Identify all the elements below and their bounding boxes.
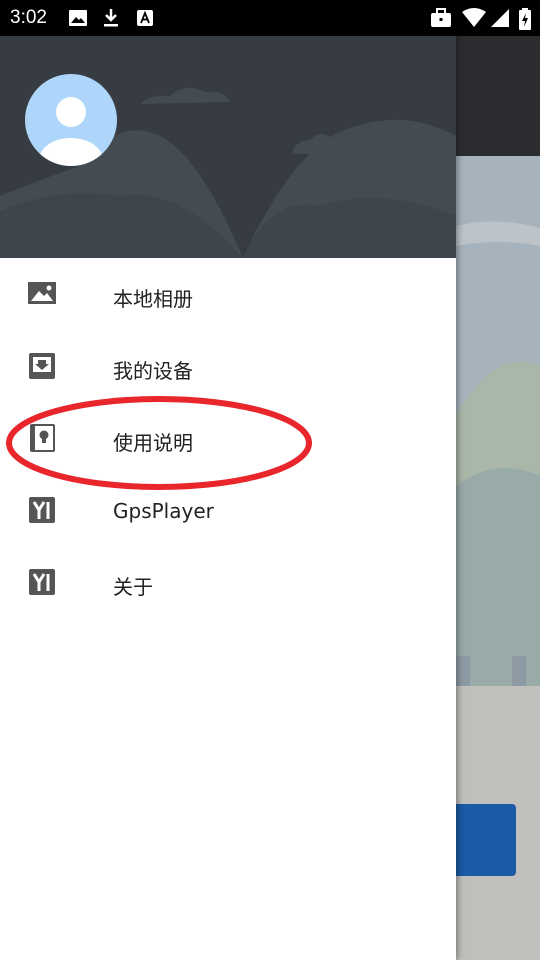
signal-icon [490,8,510,28]
menu-item-label: 本地相册 [113,287,193,311]
yi-logo-icon [27,496,57,524]
image-icon [27,280,57,308]
background-primary-button [456,804,516,876]
download-box-icon [27,352,57,380]
background-toolbar [456,36,540,156]
background-hero-image [456,156,540,686]
image-icon [68,8,88,28]
drawer-header [0,36,456,258]
menu-item-instructions[interactable]: 使用说明 [0,402,456,474]
download-icon [101,8,121,28]
menu-item-my-device[interactable]: 我的设备 [0,330,456,402]
menu-item-label: 关于 [113,575,153,599]
battery-charging-icon [518,8,532,30]
status-time: 3:02 [10,7,47,28]
briefcase-icon [430,8,451,28]
menu-item-label: 我的设备 [113,359,193,383]
font-a-icon [135,8,155,28]
menu-item-label: GpsPlayer [113,499,214,523]
status-bar: 3:02 [0,0,540,36]
lightbulb-book-icon [27,424,57,452]
navigation-drawer: 本地相册 我的设备 使用说明 GpsPlayer 关于 [0,36,456,960]
avatar[interactable] [25,74,117,166]
drawer-menu: 本地相册 我的设备 使用说明 GpsPlayer 关于 [0,258,456,618]
menu-item-about[interactable]: 关于 [0,546,456,618]
avatar-icon [39,97,103,166]
background-app [456,36,540,960]
menu-item-local-album[interactable]: 本地相册 [0,258,456,330]
menu-item-label: 使用说明 [113,431,193,455]
wifi-icon [462,8,486,28]
yi-logo-icon [27,568,57,596]
menu-item-gpsplayer[interactable]: GpsPlayer [0,474,456,546]
